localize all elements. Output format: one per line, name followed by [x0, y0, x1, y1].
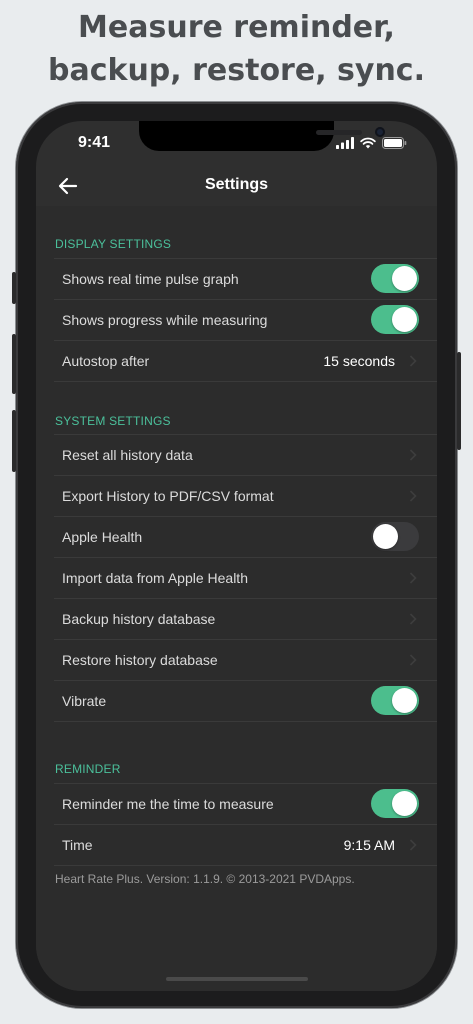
notch	[139, 121, 385, 151]
home-indicator[interactable]	[166, 977, 308, 981]
row-label: Backup history database	[62, 611, 216, 627]
row-import-apple-health[interactable]: Import data from Apple Health	[54, 557, 437, 598]
speaker-grille	[316, 130, 362, 135]
row-real-time-pulse-graph[interactable]: Shows real time pulse graph	[54, 258, 437, 299]
vibrate-toggle[interactable]	[371, 686, 419, 715]
row-reminder-measure[interactable]: Reminder me the time to measure	[54, 783, 437, 824]
headline-line-2: backup, restore, sync.	[47, 53, 425, 88]
toggle-knob	[392, 307, 417, 332]
navigation-bar: Settings	[36, 166, 437, 206]
page-title: Settings	[204, 176, 269, 193]
phone-power-button	[457, 352, 461, 450]
apple-health-toggle[interactable]	[371, 522, 419, 551]
status-icons	[336, 136, 407, 150]
section-header-display: DISPLAY SETTINGS	[55, 237, 172, 251]
headline: Measure reminder, backup, restore, sync.	[0, 6, 473, 92]
battery-icon	[382, 137, 407, 149]
row-label: Import data from Apple Health	[62, 570, 248, 586]
row-reset-history[interactable]: Reset all history data	[54, 434, 437, 475]
row-backup-database[interactable]: Backup history database	[54, 598, 437, 639]
chevron-right-icon	[409, 449, 417, 461]
app-screen: 9:41 Settings DISPLAY SETTINGS Shows rea…	[36, 121, 437, 991]
chevron-right-icon	[409, 572, 417, 584]
row-label: Restore history database	[62, 652, 218, 668]
autostop-value: 15 seconds	[323, 353, 395, 369]
wifi-icon	[360, 137, 376, 149]
toggle-knob	[373, 524, 398, 549]
chevron-right-icon	[409, 839, 417, 851]
chevron-right-icon	[409, 355, 417, 367]
row-label: Time	[62, 837, 93, 853]
chevron-right-icon	[409, 613, 417, 625]
toggle-knob	[392, 688, 417, 713]
pulse-graph-toggle[interactable]	[371, 264, 419, 293]
phone-volume-down-button	[12, 410, 16, 472]
row-label: Autostop after	[62, 353, 150, 369]
row-reminder-time[interactable]: Time 9:15 AM	[54, 824, 437, 866]
toggle-knob	[392, 266, 417, 291]
headline-line-1: Measure reminder,	[78, 10, 395, 45]
row-label: Reset all history data	[62, 447, 193, 463]
row-progress-while-measuring[interactable]: Shows progress while measuring	[54, 299, 437, 340]
phone-volume-up-button	[12, 334, 16, 394]
chevron-right-icon	[409, 654, 417, 666]
section-header-reminder: REMINDER	[55, 762, 121, 776]
phone-silent-switch	[12, 272, 16, 304]
chevron-right-icon	[409, 490, 417, 502]
version-footer: Heart Rate Plus. Version: 1.1.9. © 2013-…	[55, 872, 355, 886]
progress-toggle[interactable]	[371, 305, 419, 334]
row-label: Shows progress while measuring	[62, 312, 268, 328]
reminder-time-value: 9:15 AM	[343, 837, 395, 853]
row-vibrate[interactable]: Vibrate	[54, 680, 437, 722]
row-label: Export History to PDF/CSV format	[62, 488, 274, 504]
toggle-knob	[392, 791, 417, 816]
reminder-toggle[interactable]	[371, 789, 419, 818]
row-apple-health[interactable]: Apple Health	[54, 516, 437, 557]
section-header-system: SYSTEM SETTINGS	[55, 414, 171, 428]
row-label: Shows real time pulse graph	[62, 271, 239, 287]
row-export-history[interactable]: Export History to PDF/CSV format	[54, 475, 437, 516]
row-label: Apple Health	[62, 529, 143, 545]
row-restore-database[interactable]: Restore history database	[54, 639, 437, 680]
row-autostop-after[interactable]: Autostop after 15 seconds	[54, 340, 437, 382]
status-time: 9:41	[78, 134, 111, 151]
signal-icon	[336, 137, 354, 149]
row-label: Reminder me the time to measure	[62, 796, 274, 812]
row-label: Vibrate	[62, 693, 107, 709]
settings-list: DISPLAY SETTINGS Shows real time pulse g…	[36, 206, 437, 991]
